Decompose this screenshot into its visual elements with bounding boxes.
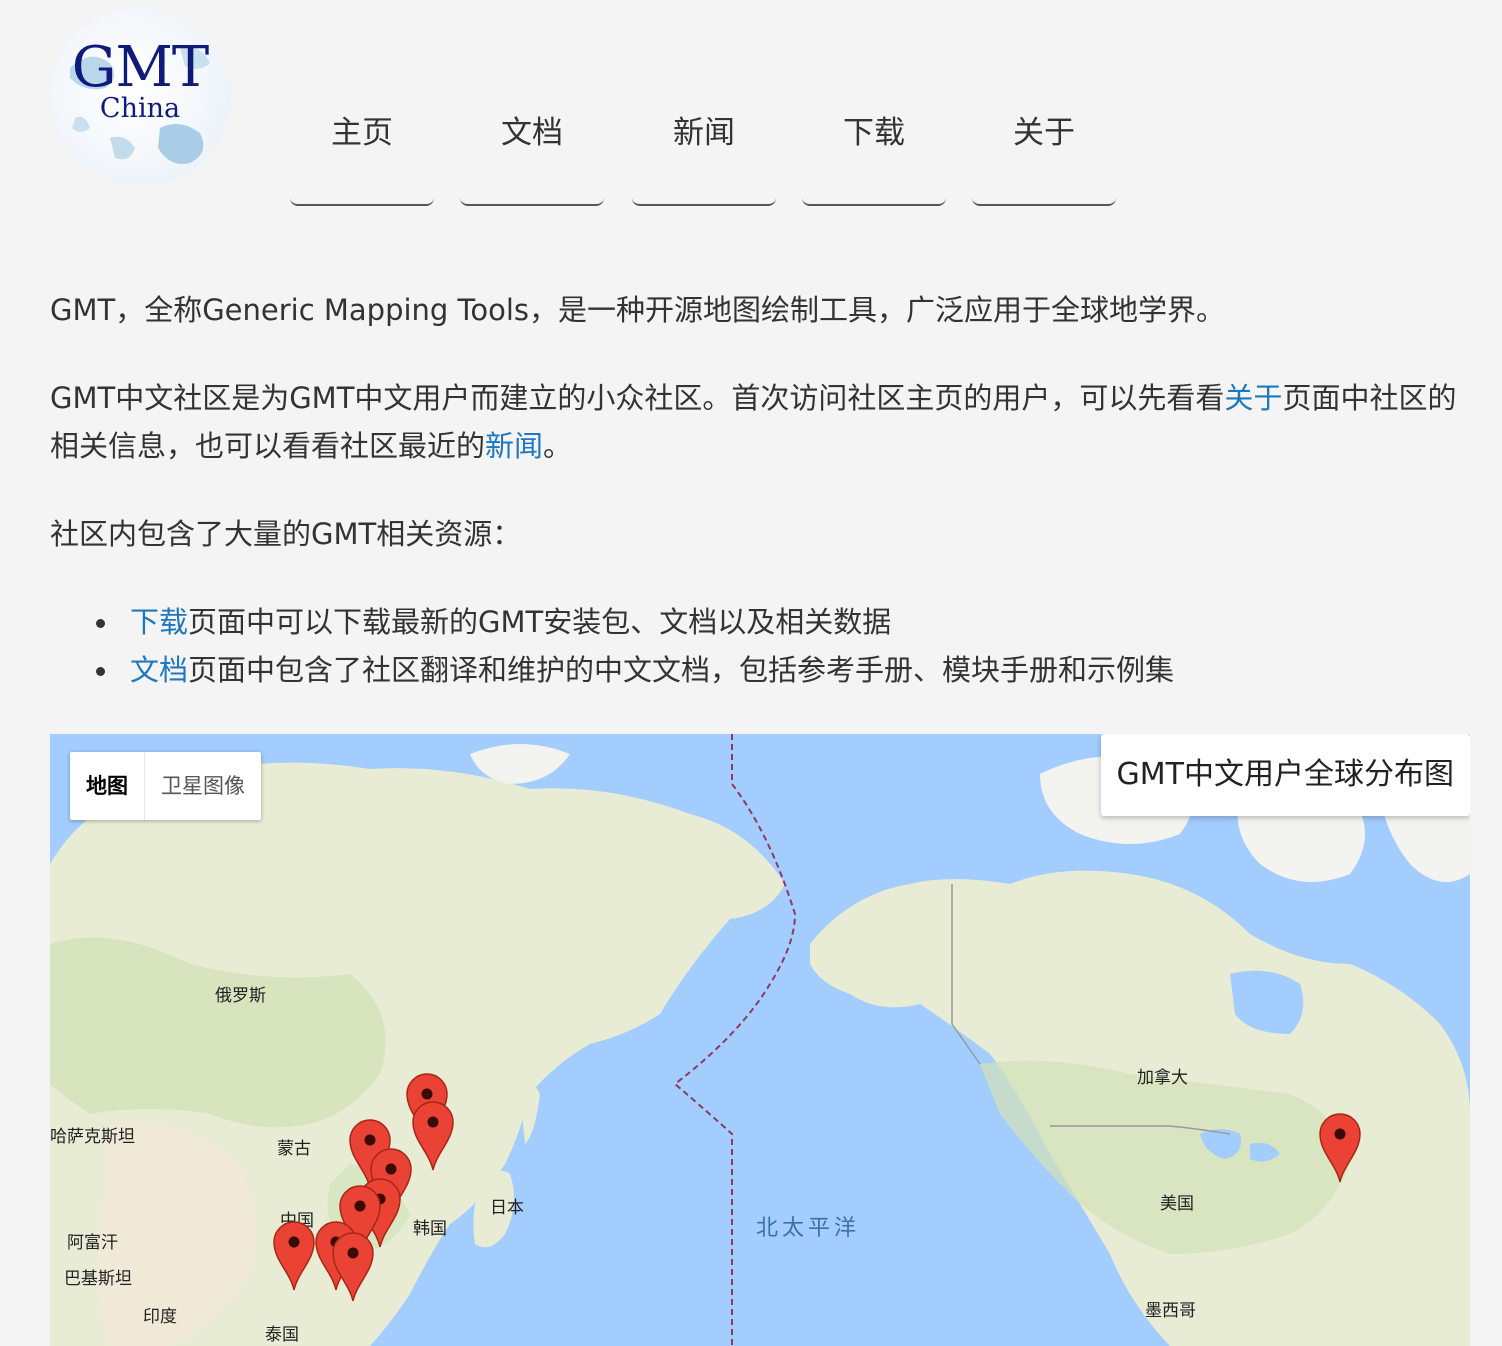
- map-type-control: 地图 卫星图像: [70, 752, 261, 820]
- news-link[interactable]: 新闻: [485, 429, 543, 463]
- map-marker-icon[interactable]: [411, 1100, 455, 1172]
- logo-subtitle: China: [99, 93, 181, 124]
- nav-download[interactable]: 下载: [802, 100, 946, 206]
- satellite-view-button[interactable]: 卫星图像: [145, 752, 261, 820]
- list-item: 下载页面中可以下载最新的GMT安装包、文档以及相关数据: [50, 598, 1460, 646]
- nav-docs[interactable]: 文档: [460, 100, 604, 206]
- bullet-icon: [96, 667, 105, 676]
- map-view-button[interactable]: 地图: [70, 752, 145, 820]
- bullet-icon: [96, 619, 105, 628]
- user-distribution-map[interactable]: 地图 卫星图像 GMT中文用户全球分布图 俄罗斯 哈萨克斯坦 蒙古 中国 阿富汗…: [50, 734, 1470, 1346]
- label-korea: 韩国: [413, 1219, 447, 1239]
- intro-text: GMT中文社区是为GMT中文用户而建立的小众社区。首次访问社区主页的用户，可以先…: [50, 381, 1225, 415]
- list-item: 文档页面中包含了社区翻译和维护的中文文档，包括参考手册、模块手册和示例集: [50, 646, 1460, 694]
- label-japan: 日本: [490, 1198, 524, 1218]
- label-mexico: 墨西哥: [1145, 1301, 1196, 1321]
- label-russia: 俄罗斯: [215, 986, 266, 1006]
- intro-paragraph-2: GMT中文社区是为GMT中文用户而建立的小众社区。首次访问社区主页的用户，可以先…: [50, 374, 1460, 470]
- about-link[interactable]: 关于: [1224, 381, 1282, 415]
- download-link[interactable]: 下载: [130, 605, 188, 639]
- gmt-china-logo[interactable]: GMT China: [50, 8, 230, 186]
- label-north-pacific: 北太平洋: [756, 1216, 861, 1241]
- intro-text: 。: [543, 429, 573, 463]
- label-india: 印度: [143, 1307, 177, 1327]
- map-marker-icon[interactable]: [1318, 1112, 1362, 1184]
- list-item-text: 页面中可以下载最新的GMT安装包、文档以及相关数据: [188, 605, 892, 639]
- map-base: [50, 734, 1470, 1346]
- label-thailand: 泰国: [265, 1325, 299, 1345]
- intro-paragraph-3: 社区内包含了大量的GMT相关资源：: [50, 517, 522, 551]
- map-title: GMT中文用户全球分布图: [1100, 734, 1470, 816]
- nav-about[interactable]: 关于: [972, 100, 1116, 206]
- docs-link[interactable]: 文档: [130, 653, 188, 687]
- label-mongolia: 蒙古: [277, 1139, 311, 1159]
- label-pakistan: 巴基斯坦: [64, 1269, 132, 1289]
- nav-news[interactable]: 新闻: [632, 100, 776, 206]
- resource-list: 下载页面中可以下载最新的GMT安装包、文档以及相关数据 文档页面中包含了社区翻译…: [50, 598, 1460, 694]
- intro-paragraph-1: GMT，全称Generic Mapping Tools，是一种开源地图绘制工具，…: [50, 293, 1225, 327]
- logo-title: GMT: [71, 35, 209, 100]
- list-item-text: 页面中包含了社区翻译和维护的中文文档，包括参考手册、模块手册和示例集: [188, 653, 1175, 687]
- nav-home[interactable]: 主页: [290, 100, 434, 206]
- map-marker-icon[interactable]: [331, 1231, 375, 1303]
- map-marker-icon[interactable]: [272, 1220, 316, 1292]
- label-afghanistan: 阿富汗: [67, 1233, 118, 1253]
- label-canada: 加拿大: [1137, 1068, 1188, 1088]
- label-kazakhstan: 哈萨克斯坦: [50, 1127, 135, 1147]
- label-usa: 美国: [1160, 1194, 1194, 1214]
